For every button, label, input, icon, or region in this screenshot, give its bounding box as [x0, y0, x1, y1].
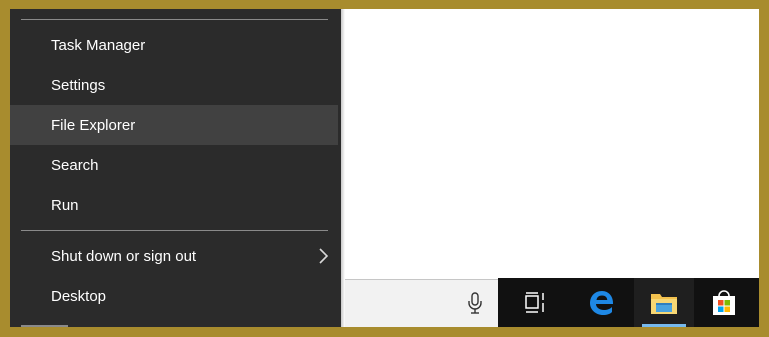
menu-item-label: Search — [51, 156, 99, 174]
winx-context-menu: Task Manager Settings File Explorer Sear… — [10, 9, 341, 327]
microphone-icon[interactable] — [467, 292, 483, 314]
taskbar — [498, 278, 759, 327]
menu-item-desktop[interactable]: Desktop — [10, 276, 338, 316]
menu-item-settings[interactable]: Settings — [10, 65, 338, 105]
menu-item-file-explorer[interactable]: File Explorer — [10, 105, 338, 145]
store-button[interactable] — [694, 278, 754, 327]
file-explorer-icon — [651, 293, 677, 314]
edge-icon — [590, 290, 614, 315]
menu-item-label: Shut down or sign out — [51, 247, 197, 265]
menu-separator — [21, 230, 328, 231]
menu-item-label: Run — [51, 196, 79, 214]
store-icon — [713, 289, 735, 315]
edge-button[interactable] — [572, 278, 632, 327]
menu-item-search[interactable]: Search — [10, 145, 338, 185]
chevron-right-icon — [319, 248, 329, 264]
menu-item-label: Desktop — [51, 287, 107, 305]
menu-item-task-manager[interactable]: Task Manager — [10, 25, 338, 65]
active-indicator — [642, 324, 686, 327]
menu-separator-top — [21, 19, 328, 20]
menu-item-label: File Explorer — [51, 116, 136, 134]
menu-item-label: Task Manager — [51, 36, 146, 54]
task-view-icon — [525, 291, 544, 313]
menu-item-run[interactable]: Run — [10, 185, 338, 225]
menu-item-label: Settings — [51, 76, 106, 94]
screen: Task Manager Settings File Explorer Sear… — [10, 9, 759, 327]
search-box[interactable] — [345, 279, 498, 327]
file-explorer-button[interactable] — [634, 278, 694, 327]
task-view-button[interactable] — [506, 278, 566, 327]
start-button-edge — [21, 325, 68, 327]
menu-item-shut-down-or-sign-out[interactable]: Shut down or sign out — [10, 236, 338, 276]
